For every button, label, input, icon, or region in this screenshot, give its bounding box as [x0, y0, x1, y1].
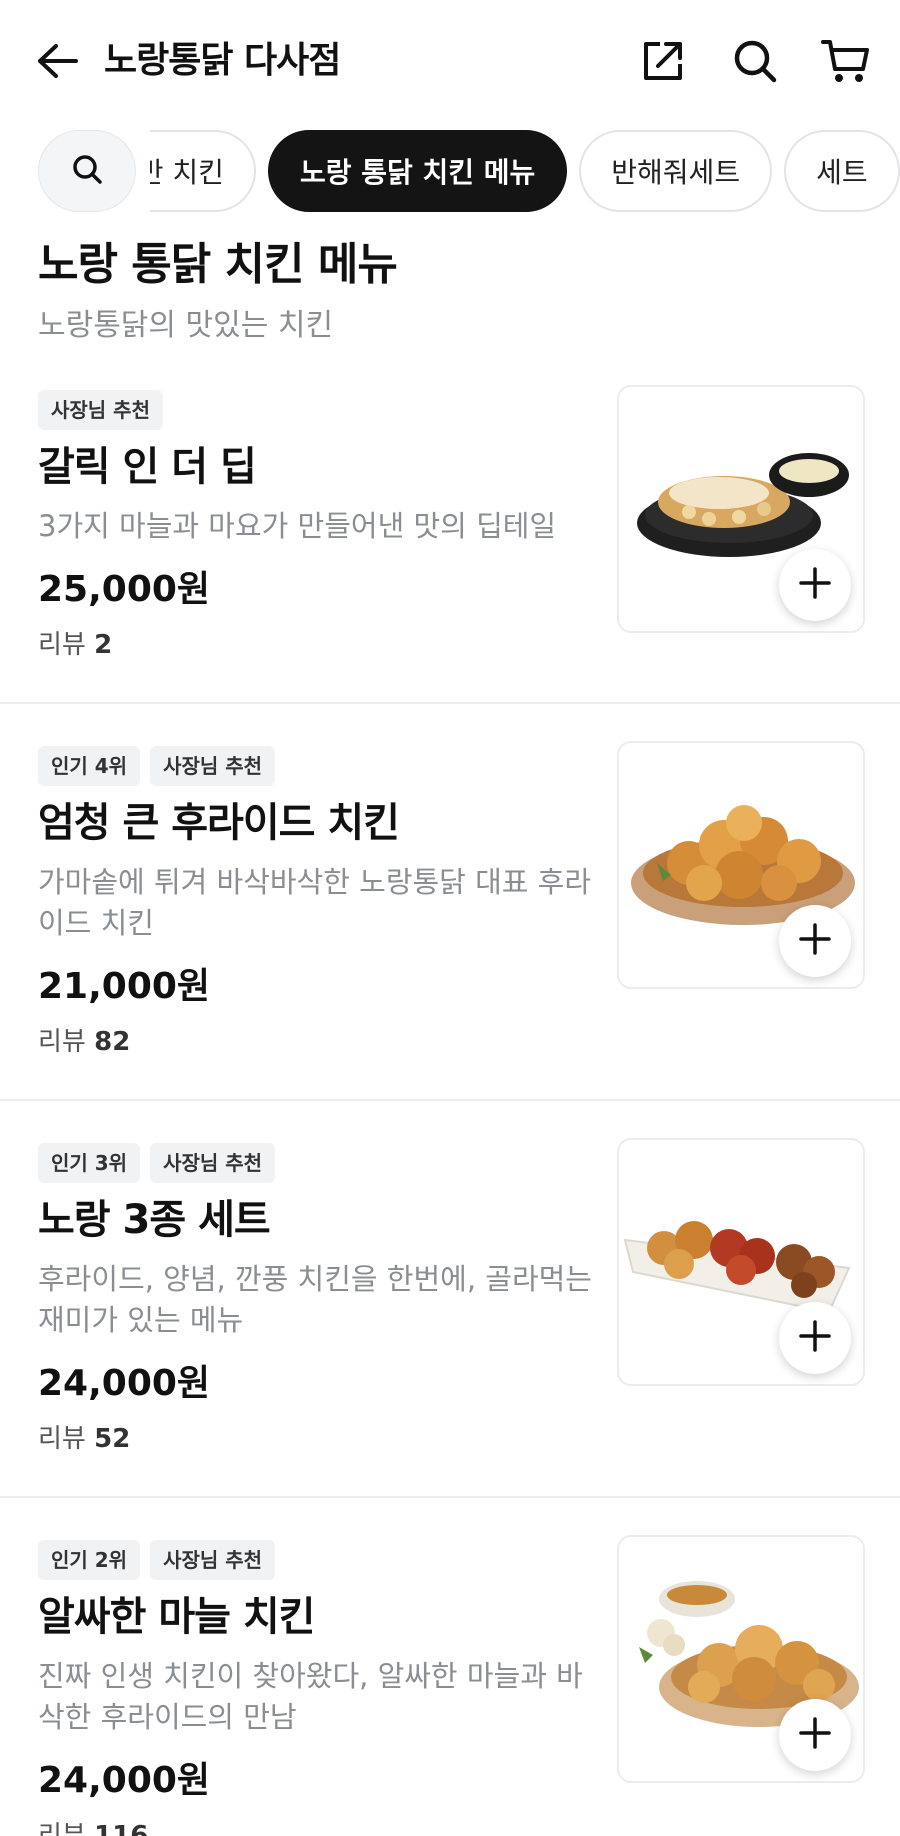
plus-icon: [798, 566, 832, 604]
badge-owner-pick: 사장님 추천: [150, 1540, 276, 1580]
menu-item-price: 24,000원: [38, 1760, 211, 1801]
store-title: 노랑통닭 다사점: [104, 40, 341, 81]
back-arrow-icon[interactable]: [34, 38, 80, 84]
item-divider: [0, 1496, 900, 1498]
menu-item-description: 가마솥에 튀겨 바삭바삭한 노랑통닭 대표 후라 이드 치킨: [38, 865, 592, 940]
menu-item-description: 진짜 인생 치킨이 찾아왔다, 알싸한 마늘과 바 삭한 후라이드의 만남: [38, 1659, 583, 1734]
badge-popular-rank: 인기 3위: [38, 1143, 141, 1183]
menu-item-review: 리뷰 2: [38, 630, 113, 660]
menu-search-button[interactable]: [38, 130, 136, 212]
menu-item-price: 25,000원: [38, 569, 211, 610]
menu-item-review: 리뷰 52: [38, 1424, 131, 1454]
tab-banhaejwo-set[interactable]: 반해줘세트: [579, 130, 773, 212]
menu-item-description: 후라이드, 양념, 깐풍 치킨을 한번에, 골라먹는 재미가 있는 메뉴: [38, 1262, 592, 1337]
add-to-cart-button[interactable]: [779, 1699, 851, 1771]
tab-set[interactable]: 세트: [784, 130, 900, 212]
menu-item-description: 3가지 마늘과 마요가 만들어낸 맛의 딥테일: [38, 509, 557, 543]
badge-owner-pick: 사장님 추천: [150, 746, 276, 786]
badge-popular-rank: 인기 4위: [38, 746, 141, 786]
menu-item-name: 노랑 3종 세트: [38, 1197, 271, 1243]
search-icon: [70, 152, 104, 190]
item-divider: [0, 702, 900, 704]
plus-icon: [798, 1319, 832, 1357]
section-title: 노랑 통닭 치킨 메뉴: [38, 239, 398, 290]
item-divider: [0, 1099, 900, 1101]
menu-item-name: 갈릭 인 더 딥: [38, 444, 257, 490]
plus-icon: [798, 1716, 832, 1754]
section-subtitle: 노랑통닭의 맛있는 치킨: [38, 308, 334, 343]
tab-noraeng-chicken-menu[interactable]: 노랑 통닭 치킨 메뉴: [267, 130, 568, 212]
add-to-cart-button[interactable]: [779, 905, 851, 977]
menu-item-price: 24,000원: [38, 1363, 211, 1404]
menu-item-review: 리뷰 116: [38, 1821, 149, 1836]
tab-half-chicken[interactable]: 반반 치킨: [150, 130, 256, 212]
badge-popular-rank: 인기 2위: [38, 1540, 141, 1580]
plus-icon: [798, 922, 832, 960]
badge-owner-pick: 사장님 추천: [150, 1143, 276, 1183]
cart-icon[interactable]: [820, 36, 870, 86]
menu-item-review: 리뷰 82: [38, 1027, 131, 1057]
share-icon[interactable]: [638, 36, 688, 86]
badge-owner-pick: 사장님 추천: [38, 390, 163, 430]
category-tab-bar: 반반 치킨 노랑 통닭 치킨 메뉴 반해줘세트 세트: [0, 128, 900, 214]
add-to-cart-button[interactable]: [779, 549, 851, 621]
add-to-cart-button[interactable]: [779, 1302, 851, 1374]
app-header: 노랑통닭 다사점: [0, 0, 900, 122]
tab-scroll-area[interactable]: 반반 치킨 노랑 통닭 치킨 메뉴 반해줘세트 세트: [150, 128, 900, 214]
menu-item-name: 엄청 큰 후라이드 치킨: [38, 800, 400, 846]
menu-item-price: 21,000원: [38, 966, 211, 1007]
search-icon[interactable]: [730, 36, 780, 86]
menu-item-name: 알싸한 마늘 치킨: [38, 1594, 315, 1640]
